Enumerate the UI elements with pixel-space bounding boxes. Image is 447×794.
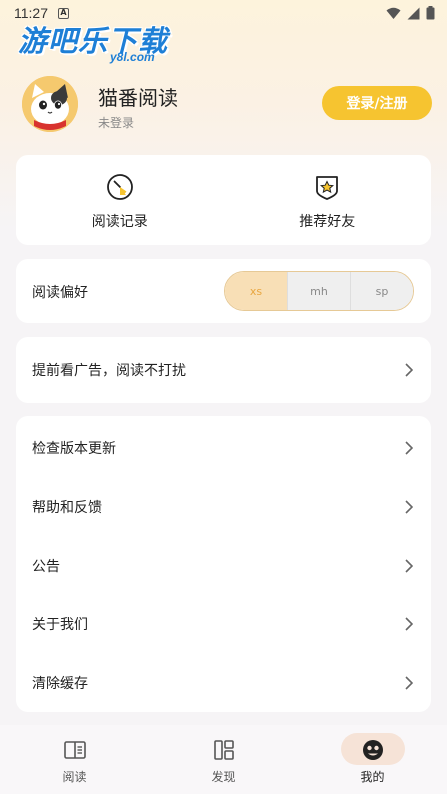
login-register-button[interactable]: 登录/注册	[322, 86, 432, 120]
reading-history-button[interactable]: 阅读记录	[16, 155, 224, 245]
chevron-right-icon	[405, 500, 413, 514]
bottom-navigation: 阅读 发现 我的	[0, 725, 447, 794]
pref-option-xs[interactable]: xs	[225, 272, 287, 310]
announcement-label: 公告	[32, 558, 60, 575]
app-name: 猫番阅读	[98, 86, 178, 110]
quick-actions-card: 阅读记录 推荐好友	[16, 155, 431, 245]
notification-a-icon: A	[58, 7, 69, 19]
profile-icon	[362, 740, 383, 760]
reading-preference-card: 阅读偏好 xs mh sp	[16, 259, 431, 323]
pref-option-sp[interactable]: sp	[350, 272, 413, 310]
chevron-right-icon	[405, 363, 413, 377]
status-icons	[386, 6, 435, 20]
announcement-row[interactable]: 公告	[16, 536, 431, 595]
cellular-signal-icon	[407, 7, 420, 19]
book-icon	[63, 741, 86, 759]
wifi-icon	[386, 7, 401, 19]
nav-tab-mine[interactable]: 我的	[298, 725, 447, 794]
ad-preview-row[interactable]: 提前看广告，阅读不打扰	[16, 337, 431, 403]
chevron-right-icon	[405, 441, 413, 455]
chevron-right-icon	[405, 617, 413, 631]
nav-tab-read[interactable]: 阅读	[0, 725, 149, 794]
battery-icon	[426, 6, 435, 20]
reading-preference-selector: xs mh sp	[224, 271, 414, 311]
clock-icon	[106, 174, 133, 200]
chevron-right-icon	[405, 676, 413, 690]
watermark-logo: 游吧乐下载 y8l.com	[18, 18, 188, 70]
recommend-friend-button[interactable]: 推荐好友	[224, 155, 432, 245]
discover-grid-icon	[213, 740, 234, 760]
clear-cache-label: 清除缓存	[32, 676, 88, 693]
ad-preview-card: 提前看广告，阅读不打扰	[16, 337, 431, 403]
cat-avatar-icon	[22, 76, 78, 132]
check-update-label: 检查版本更新	[32, 441, 116, 458]
star-badge-icon	[316, 176, 339, 200]
avatar[interactable]	[22, 76, 78, 132]
profile-header: 猫番阅读 未登录 登录/注册	[22, 76, 432, 134]
about-us-row[interactable]: 关于我们	[16, 595, 431, 654]
about-us-label: 关于我们	[32, 617, 88, 634]
reading-history-label: 阅读记录	[91, 214, 148, 230]
nav-label-read: 阅读	[62, 770, 87, 784]
check-update-row[interactable]: 检查版本更新	[16, 419, 431, 478]
nav-label-mine: 我的	[360, 770, 385, 784]
reading-preference-label: 阅读偏好	[32, 285, 88, 301]
help-feedback-label: 帮助和反馈	[32, 500, 102, 517]
login-status: 未登录	[98, 116, 135, 130]
recommend-friend-label: 推荐好友	[299, 214, 356, 230]
ad-preview-label: 提前看广告，阅读不打扰	[32, 363, 186, 379]
help-feedback-row[interactable]: 帮助和反馈	[16, 478, 431, 537]
nav-tab-discover[interactable]: 发现	[149, 725, 298, 794]
watermark-sub-text: y8l.com	[110, 50, 155, 64]
pref-option-mh[interactable]: mh	[287, 272, 350, 310]
settings-list-card: 检查版本更新 帮助和反馈 公告 关于我们 清除缓存	[16, 416, 431, 712]
nav-label-discover: 发现	[211, 770, 236, 784]
clear-cache-row[interactable]: 清除缓存	[16, 654, 431, 713]
chevron-right-icon	[405, 559, 413, 573]
